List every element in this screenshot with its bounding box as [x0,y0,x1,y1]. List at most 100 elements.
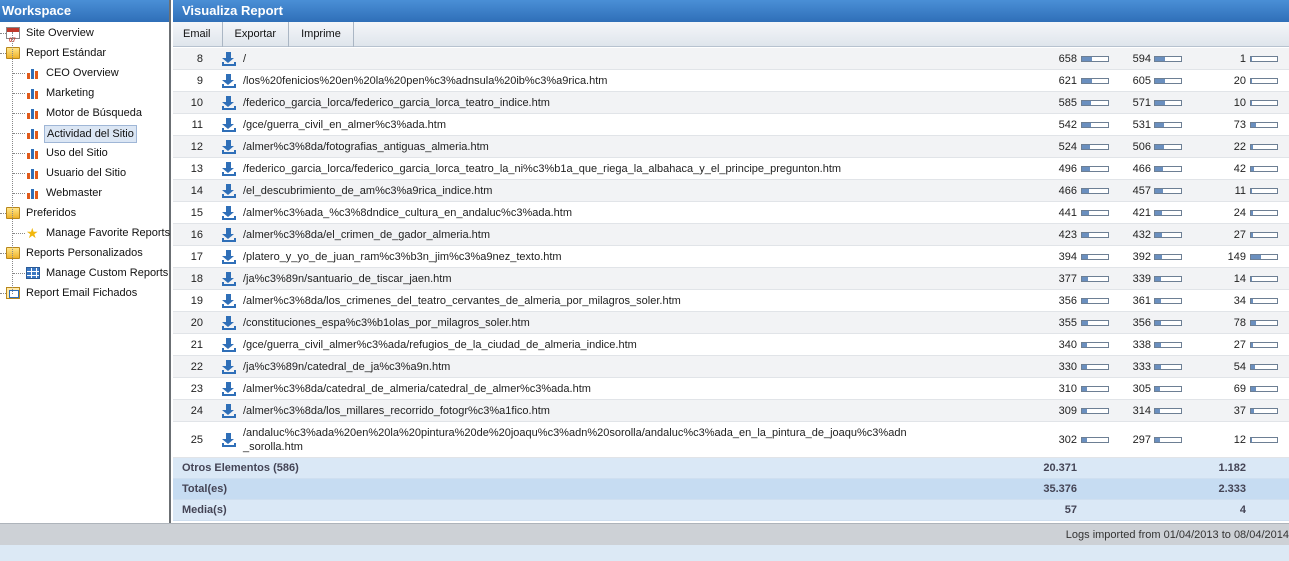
download-icon[interactable] [222,118,236,132]
tree-item-ceo-overview[interactable]: CEO Overview [0,63,169,83]
tree-item-actividad-del-sitio[interactable]: Actividad del Sitio [0,123,169,143]
tree-item-marketing[interactable]: Marketing [0,83,169,103]
page-path-link[interactable]: /gce/guerra_civil_en_almer%c3%ada.htm [243,114,913,136]
download-icon[interactable] [222,433,236,447]
page-path-link[interactable]: /ja%c3%89n/catedral_de_ja%c3%a9n.htm [243,356,913,378]
tree-item-preferidos[interactable]: Preferidos [0,203,169,223]
metric-1-value: 356 [1058,295,1077,307]
tree-item-label: CEO Overview [46,67,119,79]
app-root: Workspace Site Overview Report Estándar CE… [0,0,1289,561]
metric-2-value: 305 [1132,383,1151,395]
download-icon[interactable] [222,228,236,242]
page-path-link[interactable]: /los%20fenicios%20en%20la%20pen%c3%adnsu… [243,70,913,92]
metric-1-bar-fill [1082,123,1091,127]
page-path-link[interactable]: /almer%c3%ada_%c3%8dndice_cultura_en_and… [243,202,913,224]
tree-item-label: Actividad del Sitio [44,125,137,143]
grid-icon [26,267,40,279]
tree-item-site-overview[interactable]: Site Overview [0,23,169,51]
metric-2-value: 314 [1132,405,1151,417]
metric-1-bar [1081,298,1109,304]
page-path-link[interactable]: /federico_garcia_lorca/federico_garcia_l… [243,92,913,114]
page-path-link[interactable]: /andaluc%c3%ada%20en%20la%20pintura%20de… [243,426,913,454]
tree-item-uso-del-sitio[interactable]: Uso del Sitio [0,143,169,163]
tree-item-manage-custom-reports[interactable]: Manage Custom Reports [0,263,169,283]
download-icon[interactable] [222,338,236,352]
workspace-tree: Site Overview Report Estándar CEO Overview… [0,22,170,303]
metric-1-bar-fill [1082,79,1092,83]
report-panel: Visualiza Report Email Exportar Imprime … [173,0,1289,545]
metric-3-bar [1250,342,1278,348]
tree-item-webmaster[interactable]: Webmaster [0,183,169,203]
metric-1-value: 621 [1058,75,1077,87]
download-icon[interactable] [222,272,236,286]
page-path-link[interactable]: /almer%c3%8da/el_crimen_de_gador_almeria… [243,224,913,246]
page-path-link[interactable]: /almer%c3%8da/los_crimenes_del_teatro_ce… [243,290,913,312]
download-icon[interactable] [222,206,236,220]
download-icon[interactable] [222,294,236,308]
page-path-link[interactable]: /gce/guerra_civil_almer%c3%ada/refugios_… [243,334,913,356]
metric-3-bar-fill [1251,299,1254,303]
summary-row: Total(es) 35.376 2.333 [173,479,1289,500]
metric-3-value: 11 [1234,185,1246,197]
summary-metric-3: 4 [1239,504,1246,516]
page-path-link[interactable]: /almer%c3%8da/los_millares_recorrido_fot… [243,400,913,422]
report-title: Visualiza Report [173,0,1289,22]
metric-2-bar-fill [1155,57,1166,61]
metric-2-bar [1154,122,1182,128]
metric-2-value: 338 [1132,339,1151,351]
page-path-link[interactable]: /federico_garcia_lorca/federico_garcia_l… [243,158,913,180]
metric-1-value: 441 [1058,207,1077,219]
tree-item-report-estandar[interactable]: Report Estándar [0,43,169,63]
tree-item-label: Report Email Fichados [26,287,138,299]
download-icon[interactable] [222,162,236,176]
tree-item-report-email-fichados[interactable]: Report Email Fichados [0,283,169,303]
download-icon[interactable] [222,316,236,330]
download-icon[interactable] [222,382,236,396]
tree-item-usuario-del-sitio[interactable]: Usuario del Sitio [0,163,169,183]
metric-1-value: 310 [1058,383,1077,395]
page-path-link[interactable]: /platero_y_yo_de_juan_ram%c3%b3n_jim%c3%… [243,246,913,268]
page-path-link[interactable]: /constituciones_espa%c3%b1olas_por_milag… [243,312,913,334]
download-icon[interactable] [222,250,236,264]
metric-2-bar [1154,298,1182,304]
tree-item-label: Preferidos [26,207,77,219]
page-path-link[interactable]: / [243,48,913,70]
export-button[interactable]: Exportar [223,22,290,47]
download-icon[interactable] [222,140,236,154]
download-icon[interactable] [222,74,236,88]
metric-1-bar-fill [1082,101,1092,105]
metric-3-value: 27 [1233,229,1246,241]
download-icon[interactable] [222,404,236,418]
tree-item-reports-personalizados[interactable]: Reports Personalizados [0,243,169,263]
tree-item-manage-favorite-reports[interactable]: ★ Manage Favorite Reports [0,223,170,243]
summary-label: Media(s) [182,504,227,516]
print-button[interactable]: Imprime [289,22,354,47]
summary-label: Total(es) [182,483,228,495]
metric-2-value: 432 [1132,229,1151,241]
metric-2-bar-fill [1155,321,1161,325]
metric-3-value: 12 [1233,434,1246,446]
table-row: 23/almer%c3%8da/catedral_de_almeria/cate… [173,378,1289,400]
metric-1-bar-fill [1082,57,1093,61]
page-path-link[interactable]: /el_descubrimiento_de_am%c3%a9rica_indic… [243,180,913,202]
download-icon[interactable] [222,52,236,66]
download-icon[interactable] [222,184,236,198]
metric-1-bar [1081,437,1109,443]
metric-3-value: 78 [1233,317,1246,329]
download-icon[interactable] [222,96,236,110]
tree-item-motor-de-busqueda[interactable]: Motor de Búsqueda [0,103,169,123]
metric-3-value: 34 [1233,295,1246,307]
page-path-link[interactable]: /ja%c3%89n/santuario_de_tiscar_jaen.htm [243,268,913,290]
metric-2-bar [1154,56,1182,62]
metric-2-value: 392 [1132,251,1151,263]
tree-item-label: Usuario del Sitio [46,167,127,179]
metric-3-bar [1250,408,1278,414]
page-path-link[interactable]: /almer%c3%8da/fotografias_antiguas_almer… [243,136,913,158]
email-button[interactable]: Email [173,22,223,47]
metric-3-bar-fill [1251,233,1253,237]
tree-connector [13,113,25,114]
row-rank: 10 [190,97,203,109]
page-path-link[interactable]: /almer%c3%8da/catedral_de_almeria/catedr… [243,378,913,400]
metric-3-bar [1250,276,1278,282]
download-icon[interactable] [222,360,236,374]
